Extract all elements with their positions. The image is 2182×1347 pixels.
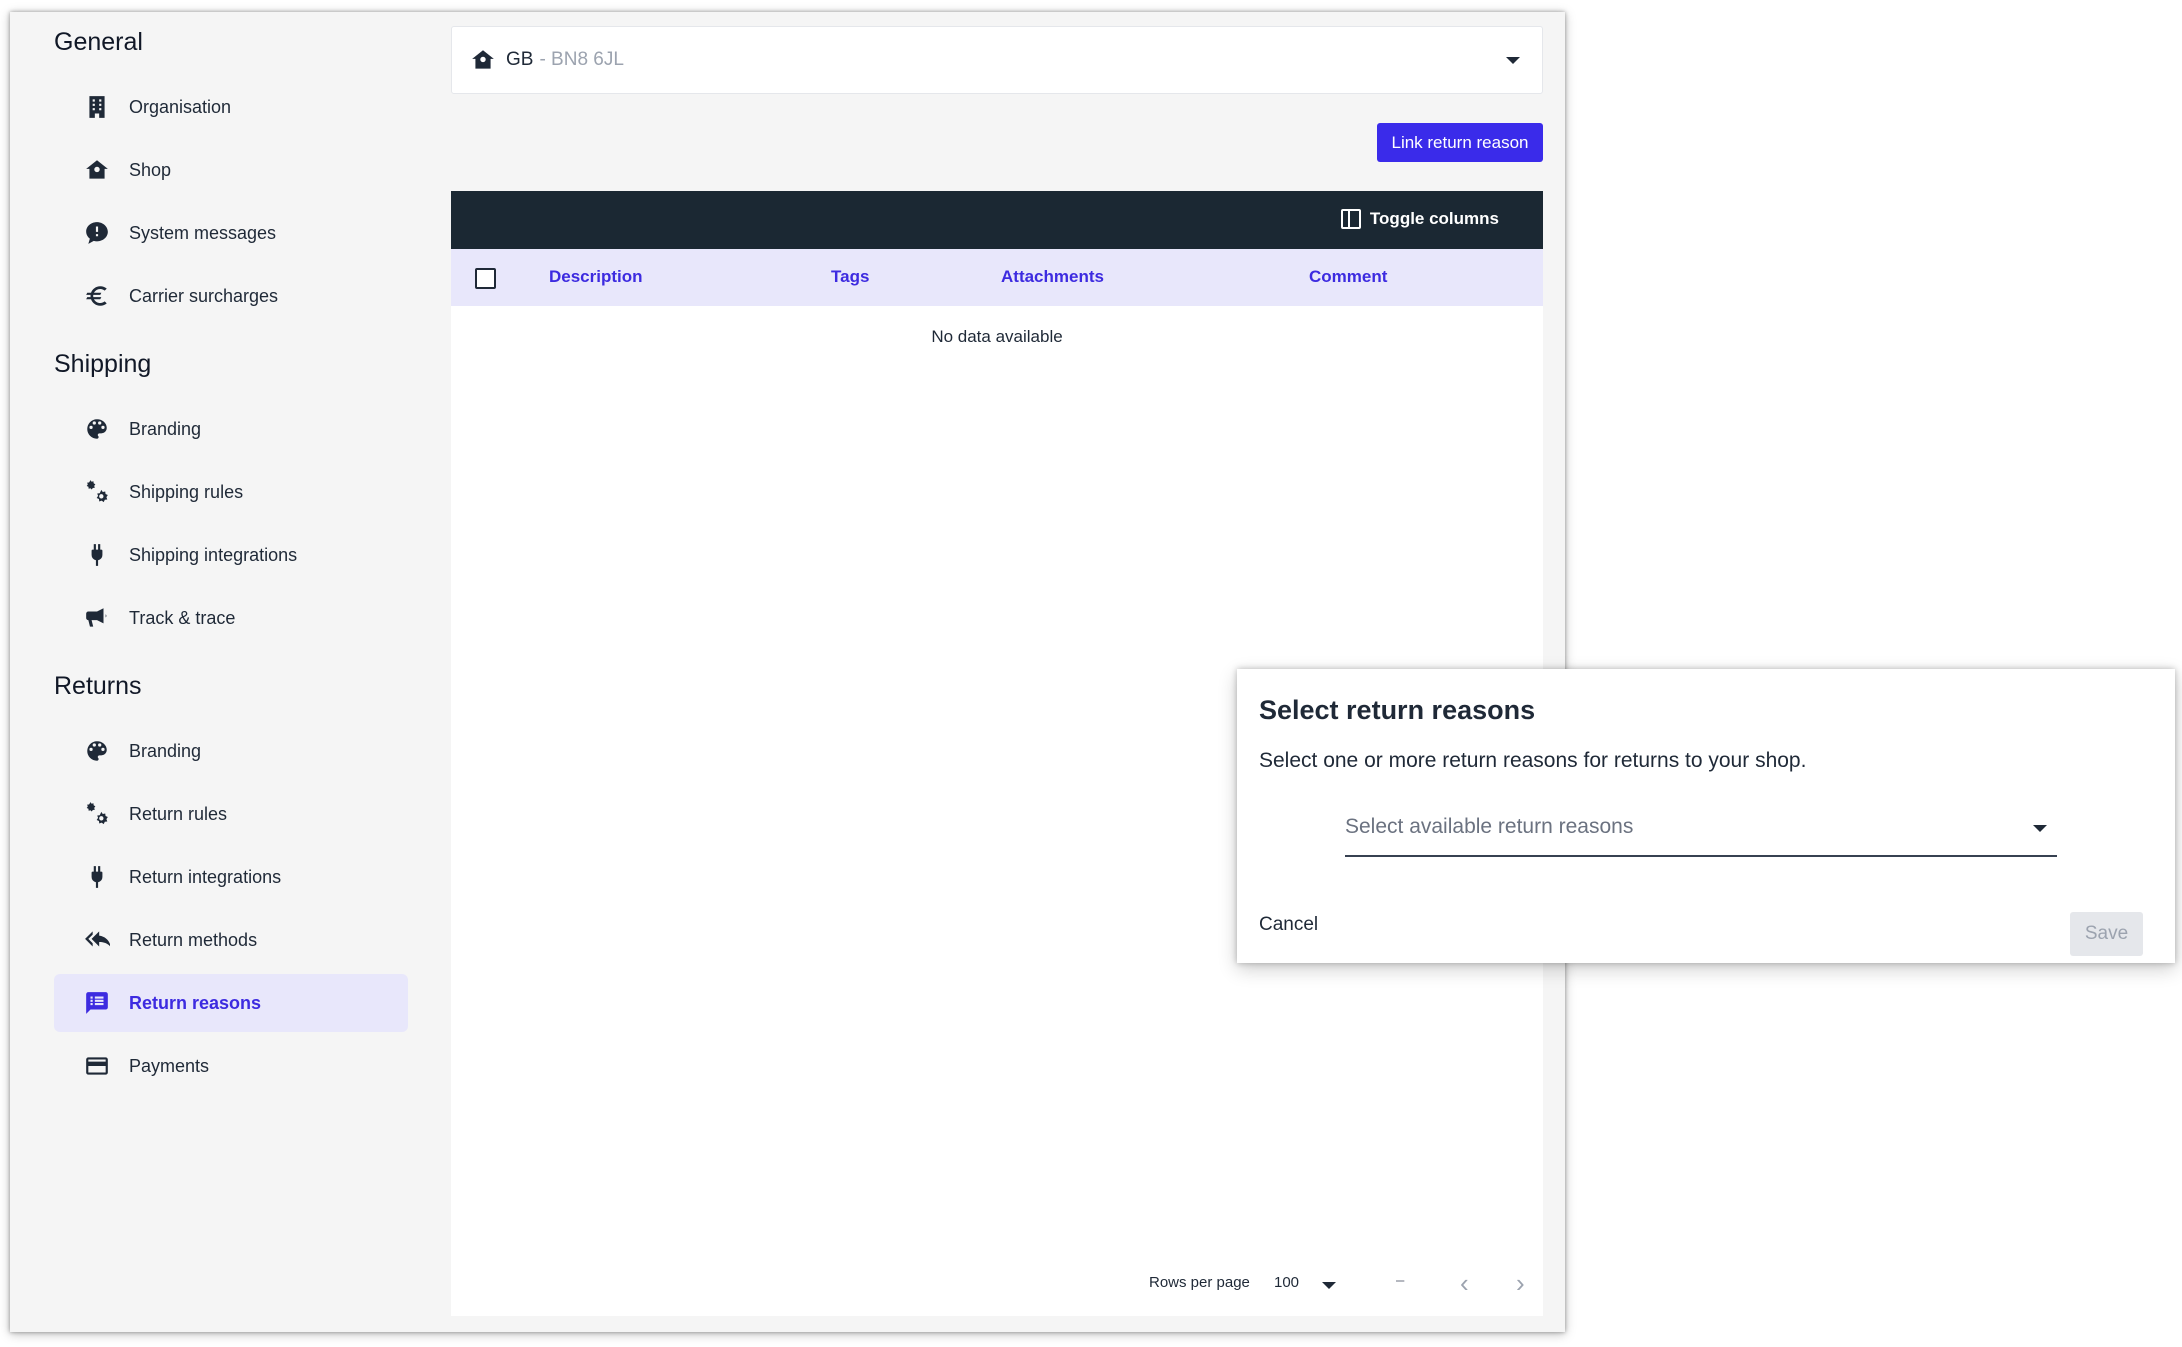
message-list-icon <box>83 989 111 1017</box>
sidebar-item-label: Branding <box>129 418 202 439</box>
section-heading-returns: Returns <box>54 672 142 700</box>
sidebar-item-label: Shipping integrations <box>129 544 298 565</box>
chevron-down-icon <box>1506 57 1520 64</box>
sidebar-item-returns-branding[interactable]: Branding <box>54 722 408 780</box>
sidebar-item-label: System messages <box>129 222 277 243</box>
sidebar-item-label: Branding <box>129 740 202 761</box>
home-icon <box>470 47 496 73</box>
message-alert-icon <box>83 219 111 247</box>
prev-page-button[interactable]: ‹ <box>1460 1268 1469 1299</box>
shop-country: GB <box>506 49 534 70</box>
sidebar-item-shop[interactable]: Shop <box>54 141 408 199</box>
dialog-title: Select return reasons <box>1259 695 1536 725</box>
sidebar-item-label: Shipping rules <box>129 481 244 502</box>
sidebar-item-label: Shop <box>129 159 172 180</box>
sidebar-item-return-rules[interactable]: Return rules <box>54 785 408 843</box>
palette-icon <box>83 415 111 443</box>
pagination-range: – <box>1396 1272 1405 1289</box>
cogs-icon <box>83 800 111 828</box>
return-reasons-select[interactable]: Select available return reasons <box>1345 801 2057 857</box>
table-toolbar: Toggle columns <box>451 191 1543 249</box>
rows-per-page-value[interactable]: 100 <box>1274 1274 1299 1291</box>
sidebar-item-label: Organisation <box>129 96 232 117</box>
sidebar-item-label: Payments <box>129 1055 210 1076</box>
euro-icon <box>83 282 111 310</box>
column-header-description[interactable]: Description <box>549 267 643 287</box>
sidebar-item-shipping-integrations[interactable]: Shipping integrations <box>54 526 408 584</box>
sidebar: General Organisation Shop System message… <box>10 12 430 1332</box>
table-header: Description Tags Attachments Comment <box>451 249 1543 306</box>
building-icon <box>83 93 111 121</box>
empty-state-text: No data available <box>931 327 1063 346</box>
columns-icon <box>1340 209 1361 229</box>
link-return-reason-button[interactable]: Link return reason <box>1377 123 1543 162</box>
shop-postcode: - BN8 6JL <box>539 49 624 70</box>
plug-icon <box>83 541 111 569</box>
sidebar-item-label: Return methods <box>129 929 258 950</box>
save-button[interactable]: Save <box>2070 912 2143 956</box>
sidebar-item-return-methods[interactable]: Return methods <box>54 911 408 969</box>
sidebar-item-shipping-rules[interactable]: Shipping rules <box>54 463 408 521</box>
table-footer: Rows per page 100 – ‹ › <box>451 1256 1543 1316</box>
sidebar-item-organisation[interactable]: Organisation <box>54 78 408 136</box>
select-return-reasons-dialog: Select return reasons Select one or more… <box>1237 669 2175 963</box>
select-all-checkbox[interactable] <box>475 268 496 289</box>
sidebar-item-label: Return integrations <box>129 866 282 887</box>
sidebar-item-system-messages[interactable]: System messages <box>54 204 408 262</box>
sidebar-item-label: Carrier surcharges <box>129 285 279 306</box>
sidebar-item-carrier-surcharges[interactable]: Carrier surcharges <box>54 267 408 325</box>
toggle-columns-label: Toggle columns <box>1369 209 1499 228</box>
sidebar-item-return-reasons[interactable]: Return reasons <box>54 974 408 1032</box>
sidebar-item-label: Return rules <box>129 803 228 824</box>
next-page-button[interactable]: › <box>1516 1268 1525 1299</box>
sidebar-item-label: Return reasons <box>129 992 262 1013</box>
credit-card-icon <box>83 1052 111 1080</box>
reply-all-icon <box>83 926 111 954</box>
sidebar-item-label: Track & trace <box>129 607 236 628</box>
chevron-down-icon <box>2033 825 2047 832</box>
sidebar-item-shipping-branding[interactable]: Branding <box>54 400 408 458</box>
palette-icon <box>83 737 111 765</box>
plug-icon <box>83 863 111 891</box>
sidebar-item-payments[interactable]: Payments <box>54 1037 408 1095</box>
shop-select[interactable]: GB - BN8 6JL <box>451 26 1543 94</box>
sidebar-item-return-integrations[interactable]: Return integrations <box>54 848 408 906</box>
cancel-button[interactable]: Cancel <box>1259 914 1318 936</box>
dialog-description: Select one or more return reasons for re… <box>1259 749 1807 772</box>
toggle-columns-button[interactable]: Toggle columns <box>1340 209 1499 229</box>
home-icon <box>83 156 111 184</box>
megaphone-icon <box>83 604 111 632</box>
chevron-down-icon[interactable] <box>1322 1282 1336 1289</box>
column-header-attachments[interactable]: Attachments <box>1001 267 1104 287</box>
section-heading-shipping: Shipping <box>54 350 152 378</box>
column-header-comment[interactable]: Comment <box>1309 267 1387 287</box>
select-placeholder: Select available return reasons <box>1345 815 1634 838</box>
cogs-icon <box>83 478 111 506</box>
section-heading-general: General <box>54 28 143 56</box>
column-header-tags[interactable]: Tags <box>831 267 869 287</box>
rows-per-page-label: Rows per page <box>1149 1274 1250 1291</box>
sidebar-item-track-trace[interactable]: Track & trace <box>54 589 408 647</box>
